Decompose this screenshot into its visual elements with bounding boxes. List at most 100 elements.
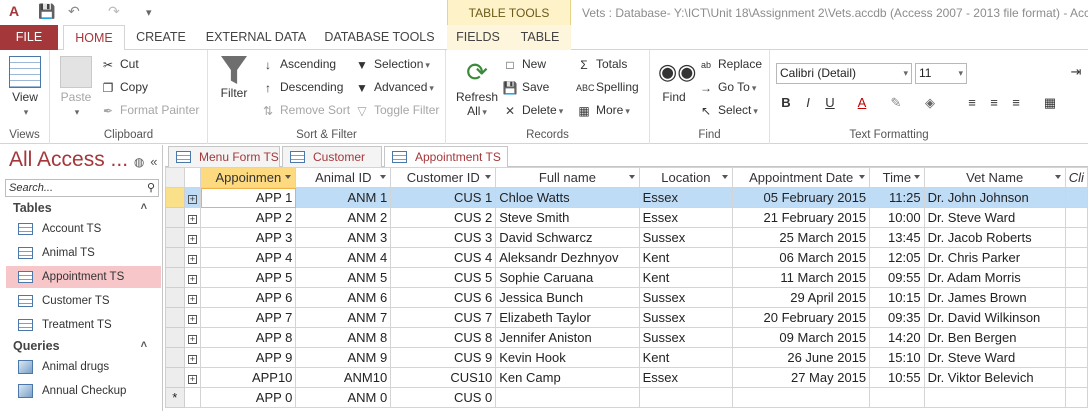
advanced-button[interactable]: ▼ Advanced ▾ — [354, 78, 434, 96]
animal-id-cell[interactable]: ANM 3 — [295, 227, 392, 248]
expand-plus-icon[interactable]: + — [187, 315, 197, 324]
appointment-cell[interactable]: APP 2 — [200, 207, 297, 228]
appointment-cell[interactable]: APP 4 — [200, 247, 297, 268]
location-cell[interactable]: Kent — [638, 347, 734, 368]
queries-section-header[interactable]: Queries ˄ — [13, 339, 153, 353]
cut-button[interactable]: ✂ Cut — [100, 55, 139, 73]
customer-id-cell[interactable]: CUS 9 — [390, 347, 497, 368]
appointment-cell[interactable]: APP 6 — [200, 287, 297, 308]
vet-name-cell[interactable]: Dr. Adam Morris — [923, 267, 1066, 288]
customer-id-cell[interactable]: CUS 1 — [390, 187, 497, 208]
appointment-date-cell[interactable]: 25 March 2015 — [732, 227, 871, 248]
expand-cell[interactable]: + — [183, 367, 202, 388]
expand-plus-icon[interactable]: + — [187, 335, 197, 344]
client-cell[interactable] — [1064, 327, 1088, 348]
column-header-vet-name[interactable]: Vet Name — [923, 167, 1066, 188]
vet-name-cell[interactable]: Dr. Viktor Belevich — [923, 367, 1066, 388]
animal-id-cell[interactable]: ANM 6 — [295, 287, 392, 308]
vet-name-cell[interactable]: Dr. James Brown — [923, 287, 1066, 308]
client-cell[interactable] — [1064, 367, 1088, 388]
column-dropdown-icon[interactable] — [285, 175, 292, 179]
nav-item-account-ts[interactable]: Account TS — [6, 218, 161, 240]
animal-id-cell[interactable]: ANM 0 — [295, 387, 392, 408]
underline-button[interactable]: U — [820, 95, 840, 110]
time-cell[interactable]: 10:00 — [869, 207, 925, 228]
column-header-location[interactable]: Location — [638, 167, 734, 188]
record-selector[interactable] — [165, 367, 185, 388]
column-header-customer-id[interactable]: Customer ID — [390, 167, 497, 188]
location-cell[interactable]: Sussex — [638, 287, 734, 308]
redo-icon[interactable]: ↷ — [108, 3, 120, 20]
nav-item-treatment-ts[interactable]: Treatment TS — [6, 314, 161, 336]
time-cell[interactable] — [869, 387, 925, 408]
full-name-cell[interactable]: Jessica Bunch — [495, 287, 640, 308]
select-button[interactable]: ↖ Select ▾ — [698, 101, 758, 119]
record-selector[interactable] — [165, 287, 185, 308]
appointment-date-cell[interactable]: 27 May 2015 — [732, 367, 871, 388]
find-button[interactable]: ◉◉ Find — [656, 56, 696, 104]
record-selector[interactable] — [165, 227, 185, 248]
full-name-cell[interactable]: Elizabeth Taylor — [495, 307, 640, 328]
appointment-cell[interactable]: APP 5 — [200, 267, 297, 288]
time-cell[interactable]: 15:10 — [869, 347, 925, 368]
client-cell[interactable] — [1064, 247, 1088, 268]
column-header-time[interactable]: Time — [869, 167, 925, 188]
customer-id-cell[interactable]: CUS 5 — [390, 267, 497, 288]
customer-id-cell[interactable]: CUS 8 — [390, 327, 497, 348]
column-dropdown-icon[interactable] — [380, 175, 387, 179]
undo-icon[interactable]: ↶ — [68, 3, 80, 20]
expand-plus-icon[interactable]: + — [187, 375, 197, 384]
filter-button[interactable]: Filter — [214, 56, 254, 100]
customer-id-cell[interactable]: CUS 3 — [390, 227, 497, 248]
new-record-button[interactable]: □ New — [502, 55, 546, 73]
appointment-cell[interactable]: APP 3 — [200, 227, 297, 248]
column-dropdown-icon[interactable] — [913, 175, 920, 179]
location-cell[interactable]: Sussex — [638, 327, 734, 348]
animal-id-cell[interactable]: ANM 9 — [295, 347, 392, 368]
animal-id-cell[interactable]: ANM 5 — [295, 267, 392, 288]
record-selector[interactable] — [165, 327, 185, 348]
animal-id-cell[interactable]: ANM 2 — [295, 207, 392, 228]
appointment-cell[interactable]: APP 8 — [200, 327, 297, 348]
font-name-dropdown[interactable]: Calibri (Detail) ▾ — [776, 63, 912, 84]
align-left-icon[interactable]: ≡ — [962, 95, 982, 110]
doc-tab-customer-ts[interactable]: Customer TS — [282, 146, 382, 184]
time-cell[interactable]: 13:45 — [869, 227, 925, 248]
customer-id-cell[interactable]: CUS 6 — [390, 287, 497, 308]
doc-tab-appointment-ts[interactable]: Appointment TS — [384, 146, 508, 169]
vet-name-cell[interactable]: Dr. Ben Bergen — [923, 327, 1066, 348]
spelling-button[interactable]: ABCSpelling — [576, 78, 639, 96]
expand-plus-icon[interactable]: + — [187, 255, 197, 264]
tab-database-tools[interactable]: DATABASE TOOLS — [322, 25, 437, 50]
customer-id-cell[interactable]: CUS 2 — [390, 207, 497, 228]
full-name-cell[interactable]: Kevin Hook — [495, 347, 640, 368]
client-cell[interactable] — [1064, 207, 1088, 228]
goto-button[interactable]: → Go To ▾ — [698, 78, 756, 96]
nav-pane-title[interactable]: All Access ... ◍ « — [9, 148, 157, 172]
time-cell[interactable]: 11:25 — [869, 187, 925, 208]
customer-id-cell[interactable]: CUS 7 — [390, 307, 497, 328]
customer-id-cell[interactable]: CUS 4 — [390, 247, 497, 268]
nav-item-appointment-ts[interactable]: Appointment TS — [6, 266, 161, 288]
animal-id-cell[interactable]: ANM 1 — [295, 187, 392, 208]
location-cell[interactable]: Essex — [638, 367, 734, 388]
toggle-filter-button[interactable]: ▽ Toggle Filter — [354, 101, 439, 119]
expand-plus-icon[interactable]: + — [187, 235, 197, 244]
location-cell[interactable]: Essex — [638, 187, 734, 208]
column-header-appointment[interactable]: Appoinmen — [200, 167, 297, 188]
descending-button[interactable]: ↑ Descending — [260, 78, 343, 96]
save-icon[interactable]: 💾 — [38, 3, 55, 20]
copy-button[interactable]: ❐ Copy — [100, 78, 148, 96]
animal-id-cell[interactable]: ANM 8 — [295, 327, 392, 348]
tab-file[interactable]: FILE — [0, 25, 58, 50]
collapse-section-icon[interactable]: ˄ — [141, 201, 147, 213]
full-name-cell[interactable]: Sophie Caruana — [495, 267, 640, 288]
column-header-animal-id[interactable]: Animal ID — [295, 167, 392, 188]
expand-plus-icon[interactable]: + — [187, 195, 197, 204]
column-header-client[interactable]: Cli — [1064, 167, 1088, 188]
appointment-date-cell[interactable]: 29 April 2015 — [732, 287, 871, 308]
animal-id-cell[interactable]: ANM10 — [295, 367, 392, 388]
tab-table[interactable]: TABLE — [509, 25, 571, 50]
appointment-date-cell[interactable]: 26 June 2015 — [732, 347, 871, 368]
delete-record-button[interactable]: ✕ Delete ▾ — [502, 101, 563, 119]
